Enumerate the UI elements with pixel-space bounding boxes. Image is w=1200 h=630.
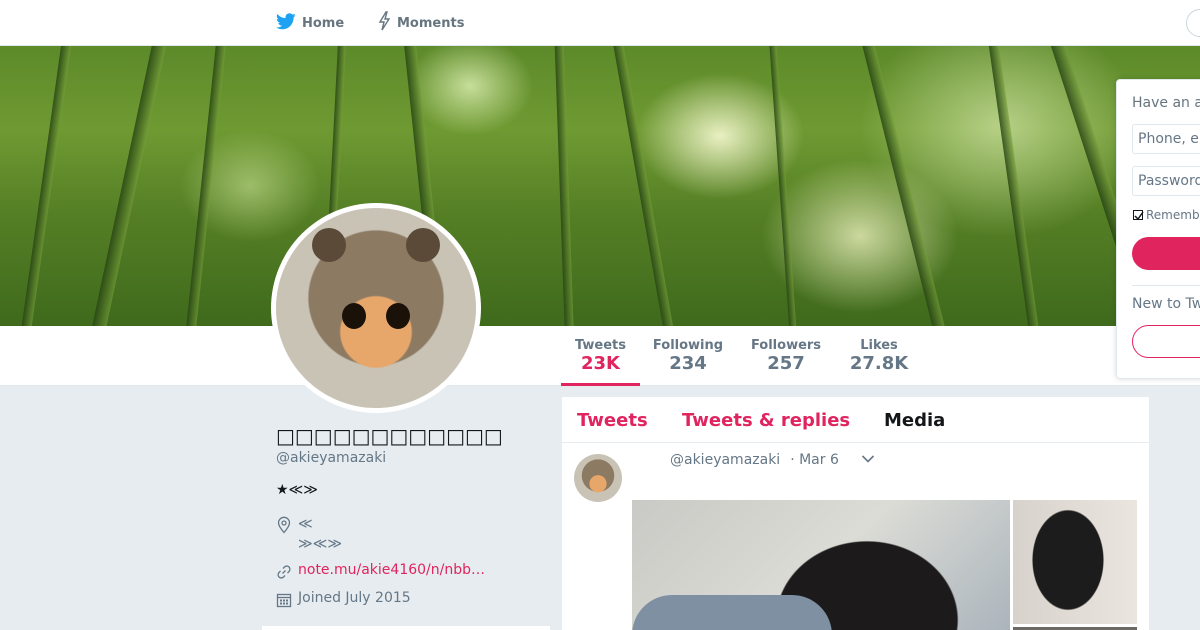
tab-tweets-replies[interactable]: Tweets & replies bbox=[682, 410, 850, 431]
tweet-handle[interactable]: @akieyamazaki bbox=[670, 452, 780, 468]
remember-checkbox[interactable] bbox=[1133, 210, 1144, 221]
avatar-eye bbox=[342, 303, 366, 329]
tweet-media-image[interactable] bbox=[1013, 500, 1137, 624]
stat-followers[interactable]: Followers 257 bbox=[749, 326, 823, 386]
banner-stalk bbox=[768, 46, 799, 326]
profile-url: note.mu/akie4160/n/nbb… bbox=[276, 562, 485, 584]
avatar-ear bbox=[312, 228, 346, 262]
location-line: ≪ bbox=[298, 516, 313, 532]
link-icon bbox=[276, 562, 298, 584]
banner-stalk bbox=[986, 46, 1044, 326]
joined-date: Joined July 2015 bbox=[298, 590, 411, 606]
profile-nav: Tweets 23K Following 234 Followers 257 L… bbox=[0, 326, 1200, 386]
stat-tweets[interactable]: Tweets 23K bbox=[561, 326, 640, 386]
twitter-bird-icon bbox=[276, 12, 302, 34]
remember-label: Remembe bbox=[1146, 208, 1200, 222]
tab-tweets[interactable]: Tweets bbox=[577, 410, 648, 431]
password-input[interactable]: Password bbox=[1132, 166, 1200, 196]
stat-likes[interactable]: Likes 27.8K bbox=[846, 326, 912, 386]
stat-value: 23K bbox=[581, 353, 620, 374]
profile-location: ≪ ≫≪≫ bbox=[276, 514, 342, 554]
calendar-icon bbox=[276, 590, 298, 612]
tweet-date[interactable]: · Mar 6 bbox=[790, 452, 839, 468]
stat-value: 234 bbox=[669, 353, 707, 374]
profile-handle[interactable]: @akieyamazaki bbox=[276, 450, 386, 466]
stat-value: 27.8K bbox=[849, 353, 909, 374]
banner-stalk bbox=[16, 46, 74, 326]
signup-button[interactable] bbox=[1132, 325, 1200, 358]
stat-label: Likes bbox=[860, 338, 898, 353]
avatar-image bbox=[276, 208, 476, 408]
divider bbox=[1132, 285, 1200, 286]
login-heading: Have an a bbox=[1132, 95, 1200, 111]
profile-avatar[interactable] bbox=[271, 203, 481, 413]
lightning-icon bbox=[377, 11, 397, 35]
nav-home-label: Home bbox=[302, 15, 345, 31]
avatar-eye bbox=[386, 303, 410, 329]
profile-name[interactable]: □□□□□□□□□□□□ bbox=[276, 424, 503, 448]
stat-label: Followers bbox=[750, 338, 822, 353]
profile-bio: ★≪≫ bbox=[276, 482, 318, 498]
media-detail bbox=[632, 595, 832, 630]
profile-banner bbox=[0, 46, 1200, 326]
tweet-header: @akieyamazaki · Mar 6 bbox=[670, 452, 875, 468]
phone-email-input[interactable]: Phone, er bbox=[1132, 124, 1200, 154]
location-pin-icon bbox=[276, 514, 298, 538]
remember-me[interactable]: Remembe bbox=[1133, 208, 1200, 222]
nav-moments-label: Moments bbox=[397, 15, 465, 31]
timeline: Tweets Tweets & replies Media @akieyamaz… bbox=[562, 397, 1149, 630]
banner-stalk bbox=[554, 46, 575, 326]
location-line: ≫≪≫ bbox=[298, 536, 342, 552]
nav-home[interactable]: Home bbox=[276, 0, 344, 46]
stat-label: Following bbox=[652, 338, 724, 353]
banner-stalk bbox=[84, 46, 170, 326]
tweet-media-image[interactable] bbox=[632, 500, 1010, 630]
banner-stalk bbox=[182, 46, 228, 326]
stat-value: 257 bbox=[767, 353, 805, 374]
avatar-ear bbox=[406, 228, 440, 262]
tweet-avatar[interactable] bbox=[574, 454, 622, 502]
chevron-down-icon[interactable] bbox=[861, 452, 875, 468]
profile-side-card bbox=[262, 626, 550, 630]
timeline-tabs: Tweets Tweets & replies Media bbox=[562, 397, 1149, 443]
nav-account-avatar[interactable] bbox=[1186, 9, 1200, 37]
banner-stalk bbox=[610, 46, 680, 326]
stat-label: Tweets bbox=[574, 338, 627, 353]
top-nav: Home Moments bbox=[0, 0, 1200, 46]
tab-media[interactable]: Media bbox=[884, 410, 945, 431]
profile-joined: Joined July 2015 bbox=[276, 590, 411, 612]
banner-stalk bbox=[859, 46, 953, 326]
nav-moments[interactable]: Moments bbox=[377, 0, 464, 46]
stat-following[interactable]: Following 234 bbox=[649, 326, 727, 386]
login-button[interactable] bbox=[1132, 237, 1200, 270]
new-to-twitter-label: New to Tw bbox=[1132, 296, 1200, 312]
login-dropdown: Have an a Phone, er Password Remembe New… bbox=[1116, 79, 1200, 379]
profile-url-link[interactable]: note.mu/akie4160/n/nbb… bbox=[298, 562, 485, 578]
